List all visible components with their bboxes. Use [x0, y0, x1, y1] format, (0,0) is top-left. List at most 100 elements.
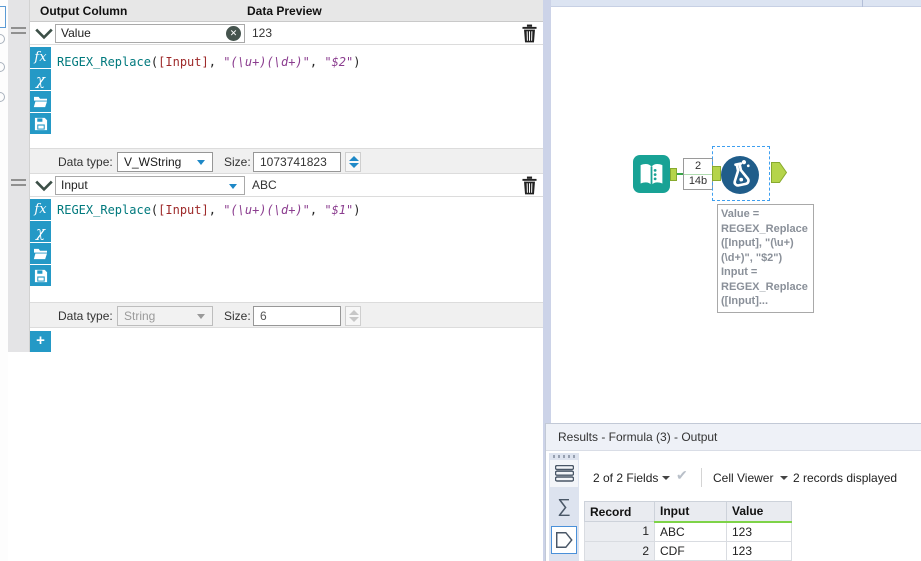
insert-function-button[interactable]: fx — [30, 199, 51, 220]
save-expression-button[interactable] — [30, 113, 51, 134]
output-anchor[interactable] — [670, 168, 677, 181]
size-spinner — [345, 306, 361, 326]
results-table-body: 1 ABC 123 2 CDF 123 — [584, 521, 792, 561]
results-table-head: Record Input Value — [584, 501, 792, 523]
annotation-line: Value = — [721, 208, 760, 220]
annotation-line: (\d+)", "$2") — [721, 251, 783, 264]
table-view-button[interactable] — [550, 460, 578, 487]
connection-badge[interactable]: 2 14b — [683, 158, 713, 190]
drag-handle-icon[interactable] — [553, 455, 575, 458]
trash-icon[interactable] — [521, 176, 538, 195]
clear-input-icon[interactable]: ✕ — [226, 26, 241, 41]
output-anchor-tab-button[interactable] — [551, 526, 577, 554]
column-header-value[interactable]: Value — [726, 501, 792, 523]
tool-annotation: Value = REGEX_Replace ([Input], "(\u+) (\d+… — [717, 204, 814, 313]
results-title-bar: Results - Formula (3) - Output — [546, 424, 921, 451]
chevron-down-icon[interactable] — [780, 476, 788, 480]
open-expression-button[interactable] — [30, 243, 51, 264]
spinner-up-icon — [349, 310, 359, 315]
trash-icon[interactable] — [521, 24, 538, 43]
output-column-input[interactable]: Value ✕ — [55, 24, 245, 43]
folder-icon — [33, 248, 47, 260]
annotation-line: REGEX_Replace — [721, 280, 808, 293]
table-row: 1 ABC 123 — [584, 521, 792, 542]
column-header-preview: Data Preview — [247, 4, 322, 18]
app-screen: Output Column Data Preview Value ✕ 123 f… — [0, 0, 921, 561]
results-side-strip: ∑ — [549, 453, 579, 561]
formula-editor-toolbar: fx χ — [30, 47, 51, 135]
open-expression-button[interactable] — [30, 91, 51, 112]
floppy-icon — [34, 269, 47, 282]
save-expression-button[interactable] — [30, 265, 51, 286]
spinner-down-icon — [349, 317, 359, 322]
drag-handle-icon[interactable] — [11, 27, 26, 37]
expression-row: Value ✕ 123 — [30, 22, 543, 45]
table-row: 2 CDF 123 — [584, 540, 792, 561]
size-label: Size: — [224, 155, 251, 169]
book-icon — [640, 163, 663, 185]
formula-expression[interactable]: REGEX_Replace([Input], "(\u+)(\d+)", "$1… — [57, 203, 360, 217]
table-cell[interactable]: 2 — [584, 540, 655, 561]
chevron-down-icon[interactable] — [34, 26, 54, 41]
size-spinner[interactable] — [345, 152, 361, 172]
data-preview-value: 123 — [252, 26, 273, 40]
text-input-tool[interactable] — [633, 155, 670, 193]
column-header-input[interactable]: Input — [654, 501, 727, 523]
apply-check-icon[interactable]: ✔ — [676, 467, 688, 484]
formula-expression[interactable]: REGEX_Replace([Input], "(\u+)(\d+)", "$2… — [57, 55, 360, 69]
palette-edge — [0, 0, 8, 561]
palette-edge-selection — [0, 6, 6, 28]
column-header-output: Output Column — [40, 4, 128, 18]
insert-function-button[interactable]: fx — [30, 47, 51, 68]
chi-icon: χ — [35, 70, 46, 89]
insert-variable-button[interactable]: χ — [30, 221, 51, 242]
fields-dropdown[interactable]: 2 of 2 Fields — [593, 471, 658, 485]
rows-icon — [554, 465, 574, 482]
data-type-label: Data type: — [58, 309, 113, 323]
output-column-select[interactable]: Input — [55, 176, 245, 195]
table-cell[interactable]: 123 — [726, 521, 792, 542]
data-type-select: String — [117, 306, 213, 326]
canvas-top-strip — [551, 0, 921, 7]
table-cell[interactable]: 1 — [584, 521, 655, 542]
formula-config-panel: Output Column Data Preview Value ✕ 123 f… — [0, 0, 543, 561]
chevron-down-icon — [197, 160, 205, 165]
cell-viewer-dropdown[interactable]: Cell Viewer — [713, 471, 773, 485]
floppy-icon — [34, 117, 47, 130]
metadata-view-button[interactable]: ∑ — [551, 493, 577, 520]
drag-handle-icon[interactable] — [11, 179, 26, 189]
output-anchor[interactable] — [771, 162, 787, 183]
insert-variable-button[interactable]: χ — [30, 69, 51, 90]
data-type-bar: Data type: String Size: 6 — [30, 302, 543, 328]
formula-tool[interactable] — [721, 156, 759, 194]
add-expression-button[interactable]: + — [30, 331, 51, 352]
palette-edge-icon — [0, 62, 5, 72]
data-preview-value: ABC — [252, 178, 277, 192]
chi-icon: χ — [35, 222, 46, 241]
results-panel: Results - Formula (3) - Output ∑ 2 of 2 … — [545, 423, 921, 561]
table-cell[interactable]: ABC — [654, 521, 727, 542]
table-cell[interactable]: 123 — [726, 540, 792, 561]
size-label: Size: — [224, 309, 251, 323]
spinner-down-icon[interactable] — [349, 163, 359, 168]
expression-row: Input ABC — [30, 174, 543, 197]
annotation-line: REGEX_Replace — [721, 222, 808, 235]
input-anchor[interactable] — [712, 166, 721, 181]
data-type-select[interactable]: V_WString — [117, 152, 213, 172]
toolbar-separator — [701, 468, 702, 487]
results-title: Results - Formula (3) - Output — [558, 430, 718, 444]
sigma-icon: ∑ — [557, 495, 571, 517]
data-type-label: Data type: — [58, 155, 113, 169]
size-input[interactable]: 1073741823 — [253, 152, 341, 172]
palette-edge-icon — [0, 92, 5, 102]
fx-icon: fx — [34, 202, 47, 217]
spinner-up-icon[interactable] — [349, 156, 359, 161]
column-header-record[interactable]: Record — [584, 501, 655, 522]
records-displayed: 2 records displayed — [793, 471, 898, 485]
column-headers-row: Output Column Data Preview — [30, 0, 543, 22]
chevron-down-icon[interactable] — [34, 178, 54, 193]
chevron-down-icon[interactable] — [662, 476, 670, 480]
formula-editor-toolbar: fx χ — [30, 199, 51, 287]
table-cell[interactable]: CDF — [654, 540, 727, 561]
data-type-bar: Data type: V_WString Size: 1073741823 — [30, 148, 543, 174]
